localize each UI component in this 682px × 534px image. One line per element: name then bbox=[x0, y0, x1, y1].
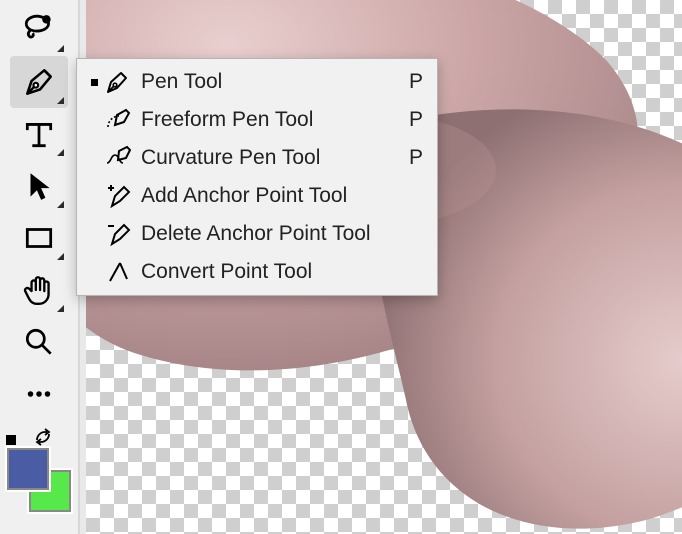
convert-point-icon bbox=[101, 259, 135, 285]
tool-hand[interactable] bbox=[10, 264, 68, 316]
hand-icon bbox=[22, 273, 56, 307]
flyout-indicator-icon bbox=[57, 201, 64, 208]
arrow-cursor-icon bbox=[22, 169, 56, 203]
curvature-pen-icon bbox=[101, 145, 135, 171]
pen-tool-flyout: Pen Tool P Freeform Pen Tool P Curvature… bbox=[76, 58, 438, 296]
rectangle-icon bbox=[22, 221, 56, 255]
tool-zoom[interactable] bbox=[10, 316, 68, 368]
flyout-item-shortcut: P bbox=[403, 108, 423, 132]
flyout-indicator-icon bbox=[57, 305, 64, 312]
flyout-item-convert-point-tool[interactable]: Convert Point Tool bbox=[77, 253, 437, 291]
flyout-item-label: Pen Tool bbox=[135, 70, 403, 94]
flyout-item-label: Delete Anchor Point Tool bbox=[135, 222, 403, 246]
tool-rectangle[interactable] bbox=[10, 212, 68, 264]
flyout-indicator-icon bbox=[57, 45, 64, 52]
flyout-item-label: Curvature Pen Tool bbox=[135, 146, 403, 170]
flyout-item-shortcut: P bbox=[403, 70, 423, 94]
flyout-item-label: Freeform Pen Tool bbox=[135, 108, 403, 132]
type-icon bbox=[22, 117, 56, 151]
tools-panel bbox=[0, 0, 80, 534]
pen-icon bbox=[101, 69, 135, 95]
flyout-item-shortcut: P bbox=[403, 146, 423, 170]
flyout-item-label: Convert Point Tool bbox=[135, 260, 403, 284]
zoom-icon bbox=[22, 325, 56, 359]
foreground-color-swatch[interactable] bbox=[7, 448, 49, 490]
tool-more[interactable] bbox=[10, 368, 68, 420]
flyout-item-pen-tool[interactable]: Pen Tool P bbox=[77, 63, 437, 101]
flyout-item-add-anchor-point-tool[interactable]: Add Anchor Point Tool bbox=[77, 177, 437, 215]
flyout-indicator-icon bbox=[57, 253, 64, 260]
pen-icon bbox=[22, 65, 56, 99]
tool-lasso[interactable] bbox=[10, 4, 68, 56]
color-swatches bbox=[0, 428, 79, 518]
tool-type[interactable] bbox=[10, 108, 68, 160]
lasso-icon bbox=[22, 13, 56, 47]
default-colors-icon[interactable] bbox=[6, 435, 16, 445]
delete-anchor-icon bbox=[101, 221, 135, 247]
flyout-item-delete-anchor-point-tool[interactable]: Delete Anchor Point Tool bbox=[77, 215, 437, 253]
flyout-indicator-icon bbox=[57, 97, 64, 104]
tool-pen[interactable] bbox=[10, 56, 68, 108]
flyout-item-label: Add Anchor Point Tool bbox=[135, 184, 403, 208]
freeform-pen-icon bbox=[101, 107, 135, 133]
current-tool-marker-icon bbox=[87, 79, 101, 86]
flyout-item-curvature-pen-tool[interactable]: Curvature Pen Tool P bbox=[77, 139, 437, 177]
tool-path-selection[interactable] bbox=[10, 160, 68, 212]
flyout-indicator-icon bbox=[57, 149, 64, 156]
app-root: Pen Tool P Freeform Pen Tool P Curvature… bbox=[0, 0, 682, 534]
flyout-item-freeform-pen-tool[interactable]: Freeform Pen Tool P bbox=[77, 101, 437, 139]
more-icon bbox=[22, 377, 56, 411]
add-anchor-icon bbox=[101, 183, 135, 209]
